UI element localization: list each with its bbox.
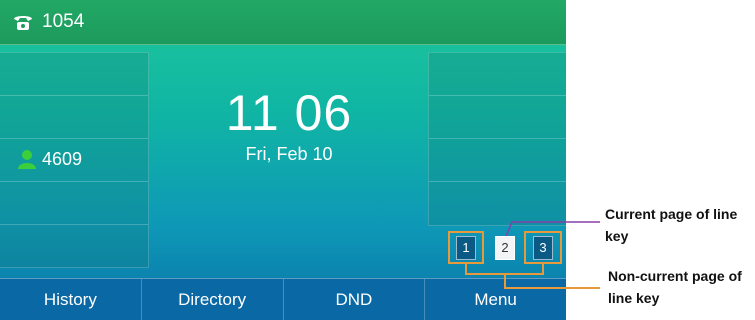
line-key-label: 4609 [42, 148, 83, 169]
account-number: 1054 [42, 11, 85, 32]
clock-date: Fri, Feb 10 [245, 144, 333, 164]
history-softkey[interactable]: History [0, 279, 141, 320]
softkey-bar: History Directory DND Menu [0, 278, 566, 320]
divider [429, 95, 566, 96]
line-key-page-3[interactable]: 3 [533, 236, 553, 260]
callout-current-page: Current page of line key [605, 206, 738, 244]
person-icon [16, 149, 38, 169]
divider [0, 224, 148, 225]
divider [0, 181, 148, 182]
directory-softkey[interactable]: Directory [140, 279, 283, 320]
divider [429, 181, 566, 182]
menu-softkey[interactable]: Menu [424, 279, 566, 320]
clock-time: 11 06 [225, 85, 353, 141]
status-bar: 1054 [0, 0, 566, 45]
callout-non-current-page: Non-current page of line key [608, 268, 742, 306]
line-key-page-1[interactable]: 1 [456, 236, 476, 260]
divider [429, 138, 566, 139]
line-key-4609[interactable]: 4609 [16, 146, 82, 172]
divider [0, 95, 148, 96]
divider [0, 138, 148, 139]
line-key-page-2[interactable]: 2 [495, 236, 515, 260]
phone-screen: 1054 4609 11 06 Fri, Feb 10 1 2 3 Histor… [0, 0, 566, 320]
phone-icon [12, 12, 34, 32]
line-key-panel-right [428, 52, 566, 226]
dnd-softkey[interactable]: DND [282, 279, 425, 320]
